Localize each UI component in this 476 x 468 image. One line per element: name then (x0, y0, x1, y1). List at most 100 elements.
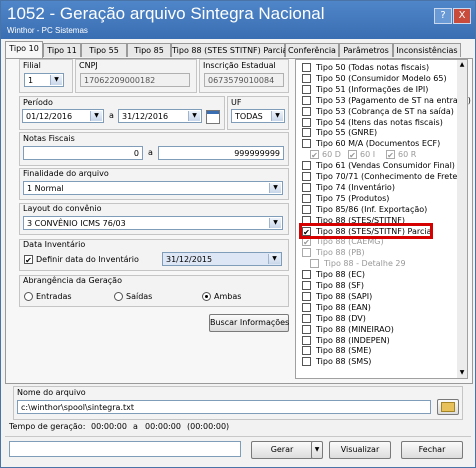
type-item-checkbox[interactable] (302, 63, 311, 72)
layout-select[interactable]: 3 CONVÊNIO ICMS 76/03 ▼ (23, 216, 283, 230)
type-item-checkbox[interactable] (302, 193, 311, 203)
type-item-label: Tipo 50 (Consumidor Modelo 65) (316, 73, 447, 83)
folder-icon (441, 401, 455, 412)
highlight-box (299, 223, 433, 239)
radio-entradas[interactable] (24, 292, 33, 301)
buscar-informacoes-button[interactable]: Buscar Informações (209, 314, 289, 332)
folder-button[interactable] (437, 399, 459, 415)
finalidade-select[interactable]: 1 Normal ▼ (23, 181, 283, 195)
type-list-scrollbar[interactable]: ▲ ▼ (457, 59, 468, 379)
gerar-label: Gerar (270, 445, 294, 454)
ecf-subtype-label: 60 D (322, 150, 341, 160)
periodo-start-value: 01/12/2016 (26, 112, 73, 121)
close-button[interactable]: X (453, 8, 471, 24)
radio-ambas[interactable] (202, 292, 211, 301)
cnpj-field[interactable]: 17062209000182 (80, 73, 190, 87)
chevron-down-icon: ▼ (271, 111, 283, 121)
type-item-label: Tipo 88 (EAN) (316, 302, 371, 312)
visualizar-button[interactable]: Visualizar (329, 441, 391, 459)
type-item-checkbox[interactable] (302, 357, 311, 367)
type-item-checkbox[interactable] (302, 270, 311, 280)
periodo-separator: a (109, 111, 114, 120)
abrangencia-group: Abrangência da Geração Entradas Saídas A… (19, 275, 289, 307)
type-item-checkbox[interactable] (302, 324, 311, 334)
chevron-down-icon: ▼ (269, 183, 281, 193)
inventario-group: Data Inventário ✔ Definir data do Invent… (19, 239, 289, 271)
type-item-checkbox[interactable] (302, 302, 311, 312)
inventario-checkbox[interactable]: ✔ (24, 255, 33, 265)
tab-tipo-11[interactable]: Tipo 11 (43, 43, 81, 57)
type-item-label: Tipo 50 (Todas notas fiscais) (316, 63, 430, 72)
type-item-checkbox[interactable] (302, 95, 311, 105)
title-bar: 1052 - Geração arquivo Sintegra Nacional… (1, 1, 475, 39)
tab-tipo-85[interactable]: Tipo 85 (127, 43, 171, 57)
type-item-checkbox[interactable] (302, 84, 311, 94)
radio-saidas[interactable] (114, 292, 123, 301)
inventario-date-field[interactable]: 31/12/2015 ▼ (162, 252, 282, 266)
type-item-checkbox[interactable] (302, 335, 311, 345)
uf-group: UF TODAS ▼ (227, 96, 289, 130)
tab-conferencia[interactable]: Conferência (285, 43, 339, 57)
layout-group: Layout do convênio 3 CONVÊNIO ICMS 76/03… (19, 203, 289, 235)
type-item-checkbox[interactable] (302, 291, 311, 301)
ecf-subtype-checkbox: ✔ (348, 150, 357, 161)
radio-entradas-label: Entradas (36, 292, 72, 301)
uf-select[interactable]: TODAS ▼ (231, 109, 285, 123)
type-item-checkbox[interactable] (302, 139, 311, 149)
periodo-label: Período (23, 98, 53, 107)
chevron-down-icon: ▼ (269, 218, 281, 228)
periodo-end-field[interactable]: 31/12/2016 ▼ (118, 109, 202, 123)
cnpj-group: CNPJ 17062209000182 (75, 59, 197, 93)
tempo-label: Tempo de geração: (9, 422, 86, 431)
tab-tipo-55[interactable]: Tipo 55 (81, 43, 127, 57)
fechar-button[interactable]: Fechar (401, 441, 463, 459)
type-item-checkbox[interactable] (302, 248, 311, 258)
type-item-checkbox[interactable] (302, 182, 311, 192)
type-item-checkbox[interactable] (302, 73, 311, 83)
type-item-checkbox[interactable] (302, 313, 311, 323)
type-item-checkbox[interactable] (302, 204, 311, 214)
chevron-down-icon: ▼ (314, 446, 320, 453)
tempo-total: (00:00:00) (187, 422, 230, 431)
scroll-down-icon[interactable]: ▼ (458, 369, 466, 377)
gerar-button[interactable]: Gerar (251, 441, 313, 459)
scroll-up-icon[interactable]: ▲ (458, 61, 466, 69)
type-item-checkbox[interactable] (302, 281, 311, 290)
finalidade-label: Finalidade do arquivo (23, 169, 109, 178)
gerar-dropdown-button[interactable]: ▼ (311, 441, 323, 459)
type-item-label: Tipo 88 (EC) (316, 270, 365, 280)
ie-label: Inscrição Estadual (203, 61, 276, 70)
type-item-checkbox[interactable] (302, 172, 311, 181)
tempo-end: 00:00:00 (145, 422, 181, 431)
inventario-label: Data Inventário (23, 240, 86, 249)
help-button[interactable]: ? (434, 8, 452, 24)
chevron-down-icon: ▼ (268, 254, 280, 264)
tab-inconsistencias[interactable]: Inconsistências (393, 43, 461, 57)
tab-tipo-10[interactable]: Tipo 10 (5, 41, 43, 58)
footer: Nome do arquivo c:\winthor\spool\sintegr… (5, 384, 471, 464)
notas-end-field[interactable]: 999999999 (158, 146, 284, 160)
type-item-checkbox[interactable] (302, 128, 311, 138)
type-item-label: Tipo 88 (SF) (316, 281, 365, 290)
filial-group: Filial 1 ▼ (19, 59, 73, 93)
filial-value: 1 (28, 76, 34, 85)
notas-start-field[interactable]: 0 (23, 146, 143, 160)
periodo-group: Período 01/12/2016 ▼ a 31/12/2016 ▼ (19, 96, 225, 130)
type-item-checkbox[interactable] (302, 117, 311, 127)
tab-tipo-88-parcial[interactable]: Tipo 88 (STES STITNF) Parcial (171, 43, 290, 57)
type-item-label: Tipo 88 (MINEIRAO) (316, 324, 394, 334)
filial-select[interactable]: 1 ▼ (24, 73, 64, 87)
ie-field[interactable]: 0673579010084 (204, 73, 284, 87)
tab-parametros[interactable]: Parâmetros (339, 43, 393, 57)
type-item-checkbox[interactable] (302, 161, 311, 171)
tempo-separator: a (133, 422, 138, 431)
chevron-down-icon: ▼ (188, 111, 200, 121)
ie-group: Inscrição Estadual 0673579010084 (199, 59, 289, 93)
periodo-start-field[interactable]: 01/12/2016 ▼ (22, 109, 104, 123)
type-item-label: Tipo 53 (Cobrança de ST na saída) (316, 106, 454, 116)
type-item-checkbox[interactable] (302, 106, 311, 116)
type-item-checkbox[interactable] (302, 346, 311, 356)
type-item-label: Tipo 88 (SMS) (316, 357, 372, 367)
arquivo-field[interactable]: c:\winthor\spool\sintegra.txt (17, 400, 431, 414)
calendar-icon[interactable] (206, 110, 220, 124)
